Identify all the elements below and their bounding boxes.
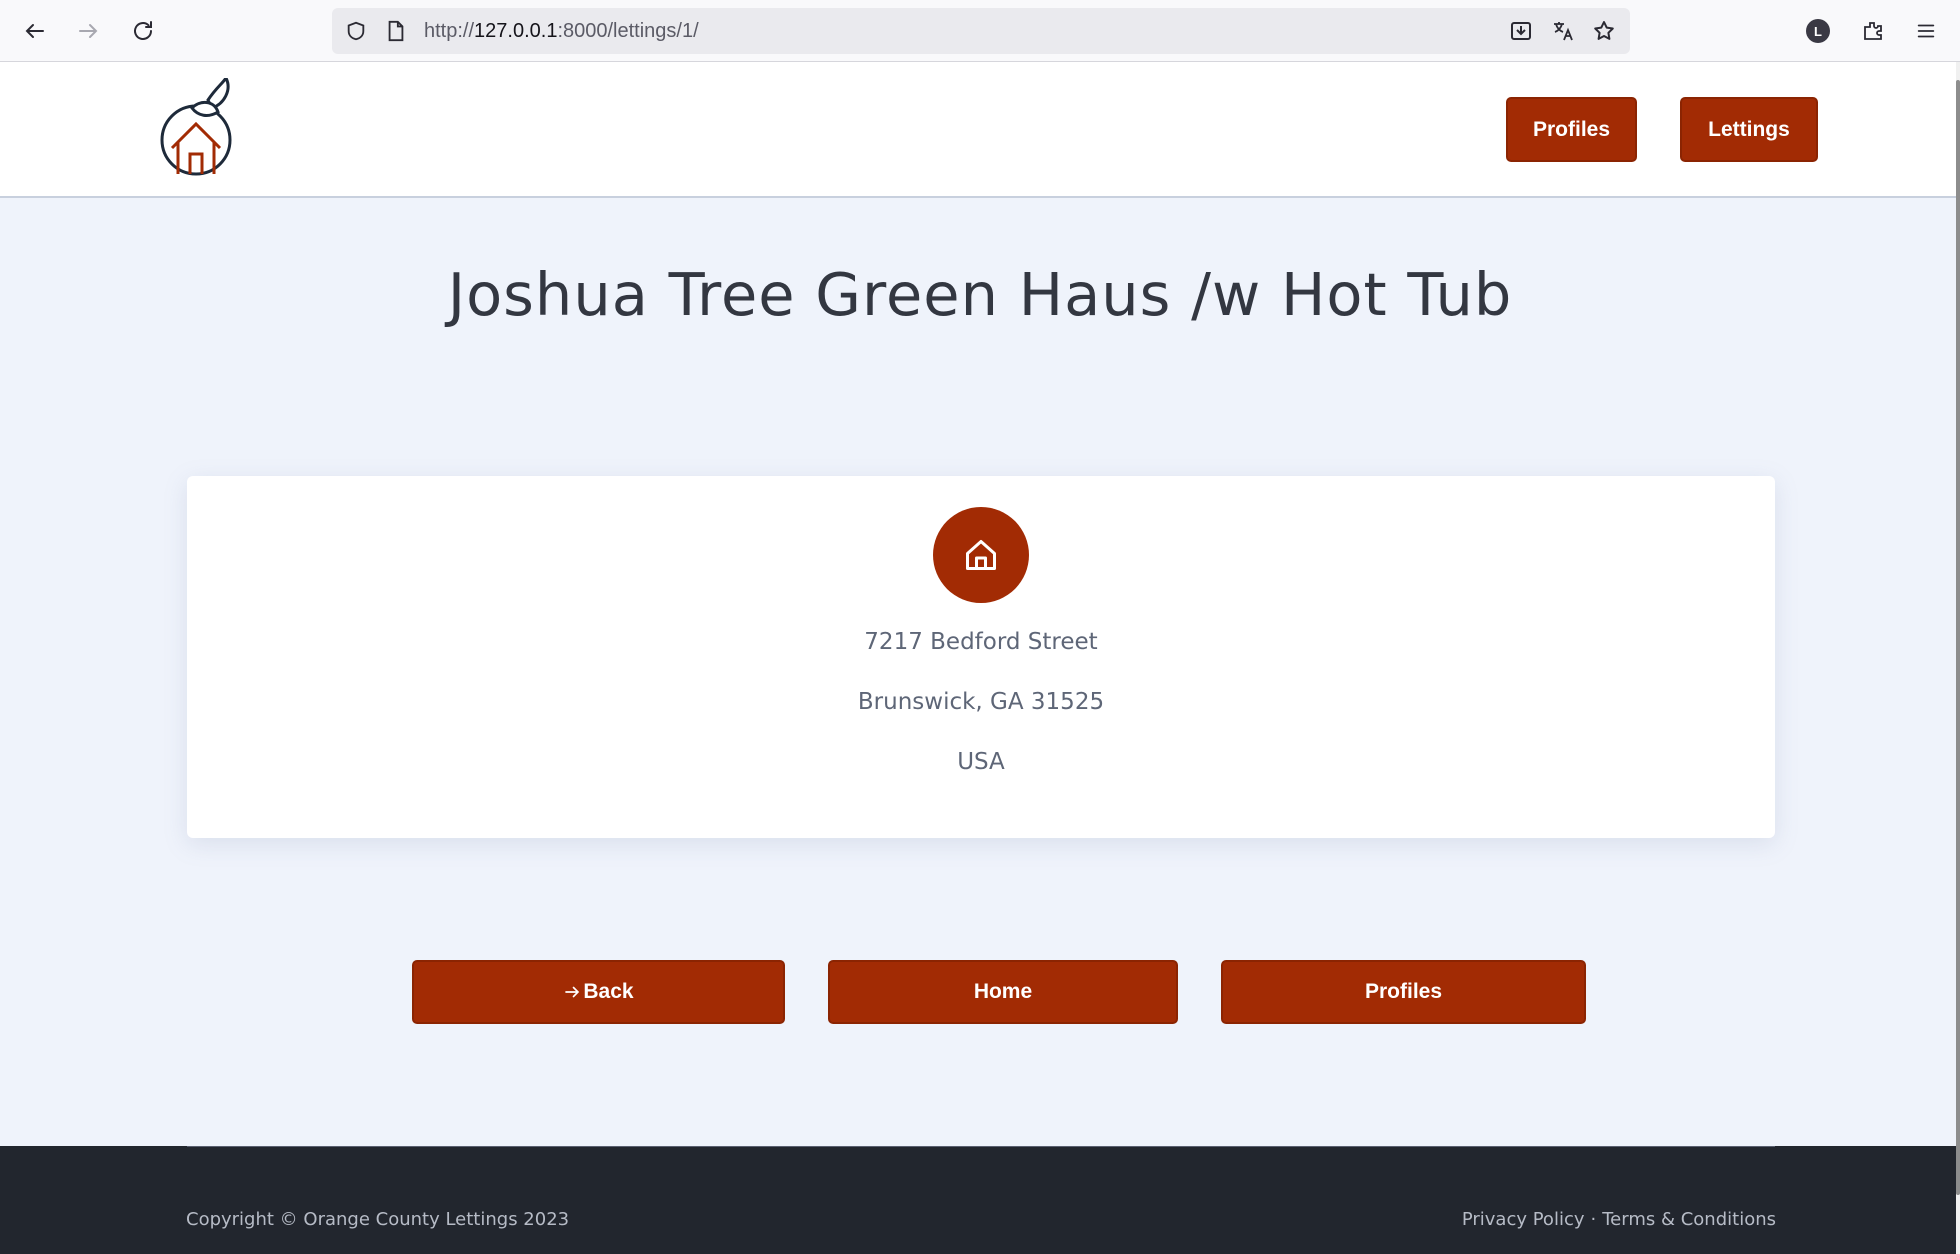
back-arrow-icon[interactable] bbox=[17, 13, 53, 49]
orange-county-lettings-logo[interactable] bbox=[158, 75, 238, 184]
url-text[interactable]: http://127.0.0.1:8000/lettings/1/ bbox=[424, 20, 699, 43]
shield-icon[interactable] bbox=[344, 19, 368, 43]
url-scheme: http:// bbox=[424, 20, 475, 42]
main-content: Joshua Tree Green Haus /w Hot Tub 7217 B… bbox=[0, 198, 1956, 1146]
nav-lettings-button[interactable]: Lettings bbox=[1680, 97, 1818, 162]
copyright-text: Copyright © Orange County Lettings 2023 bbox=[186, 1209, 570, 1230]
menu-hamburger-icon[interactable] bbox=[1911, 16, 1941, 46]
forward-arrow-icon[interactable] bbox=[70, 13, 106, 49]
address-street: 7217 Bedford Street bbox=[864, 629, 1098, 655]
back-button[interactable]: Back bbox=[412, 960, 785, 1024]
letting-address-card: 7217 Bedford Street Brunswick, GA 31525 … bbox=[187, 476, 1775, 838]
page-title: Joshua Tree Green Haus /w Hot Tub bbox=[447, 260, 1513, 329]
page-icon[interactable] bbox=[384, 19, 408, 43]
browser-toolbar: http://127.0.0.1:8000/lettings/1/ L bbox=[0, 0, 1960, 62]
footer-separator: · bbox=[1590, 1209, 1597, 1230]
home-button[interactable]: Home bbox=[828, 960, 1178, 1024]
house-icon bbox=[933, 507, 1029, 603]
footer-links: Privacy Policy · Terms & Conditions bbox=[1462, 1209, 1776, 1230]
extensions-icon[interactable] bbox=[1858, 16, 1888, 46]
site-footer: Copyright © Orange County Lettings 2023 … bbox=[0, 1146, 1956, 1254]
account-avatar[interactable]: L bbox=[1806, 19, 1830, 43]
nav-profiles-button[interactable]: Profiles bbox=[1506, 97, 1637, 162]
save-page-icon[interactable] bbox=[1509, 19, 1533, 43]
profiles-button[interactable]: Profiles bbox=[1221, 960, 1586, 1024]
url-host: 127.0.0.1 bbox=[474, 20, 558, 42]
address-country: USA bbox=[957, 749, 1005, 775]
bookmark-star-icon[interactable] bbox=[1592, 19, 1616, 43]
footer-divider bbox=[187, 1146, 1775, 1147]
back-button-label: Back bbox=[583, 980, 634, 1003]
reload-icon[interactable] bbox=[125, 13, 161, 49]
arrow-right-icon bbox=[563, 983, 581, 1001]
url-path: :8000/lettings/1/ bbox=[557, 20, 699, 42]
terms-conditions-link[interactable]: Terms & Conditions bbox=[1602, 1209, 1776, 1230]
scrollbar-thumb[interactable] bbox=[1956, 80, 1960, 1195]
address-city-line: Brunswick, GA 31525 bbox=[857, 689, 1105, 715]
site-header: Profiles Lettings bbox=[0, 62, 1956, 198]
translate-icon[interactable] bbox=[1551, 19, 1575, 43]
privacy-policy-link[interactable]: Privacy Policy bbox=[1462, 1209, 1585, 1230]
address-bar[interactable]: http://127.0.0.1:8000/lettings/1/ bbox=[332, 8, 1630, 54]
